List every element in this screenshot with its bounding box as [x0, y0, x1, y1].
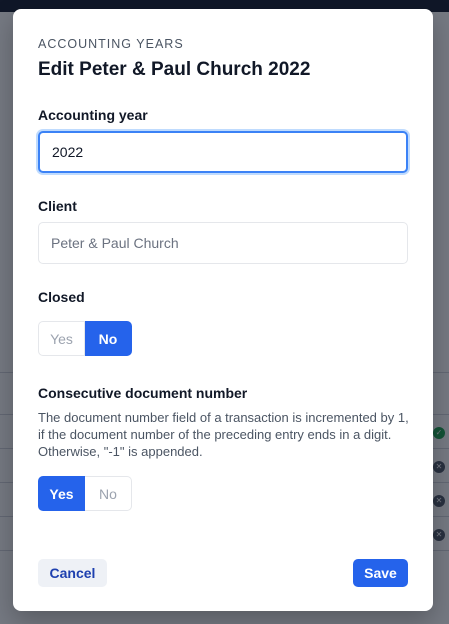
- dialog-eyebrow: ACCOUNTING YEARS: [38, 37, 184, 51]
- consecutive-number-description: The document number field of a transacti…: [38, 410, 409, 459]
- consecutive-yes-option[interactable]: Yes: [38, 476, 85, 511]
- cancel-button[interactable]: Cancel: [38, 559, 107, 587]
- closed-yes-option[interactable]: Yes: [38, 321, 85, 356]
- closed-toggle: Yes No: [38, 321, 132, 356]
- closed-label: Closed: [38, 289, 85, 305]
- save-button[interactable]: Save: [353, 559, 408, 587]
- accounting-year-input[interactable]: [38, 131, 408, 173]
- consecutive-number-label: Consecutive document number: [38, 385, 248, 401]
- consecutive-no-option[interactable]: No: [85, 476, 132, 511]
- edit-accounting-year-dialog: ACCOUNTING YEARS Edit Peter & Paul Churc…: [13, 9, 433, 611]
- client-label: Client: [38, 198, 77, 214]
- dialog-title: Edit Peter & Paul Church 2022: [38, 59, 311, 80]
- accounting-year-label: Accounting year: [38, 107, 148, 123]
- consecutive-number-toggle: Yes No: [38, 476, 132, 511]
- closed-no-option[interactable]: No: [85, 321, 132, 356]
- client-field: Peter & Paul Church: [38, 222, 408, 264]
